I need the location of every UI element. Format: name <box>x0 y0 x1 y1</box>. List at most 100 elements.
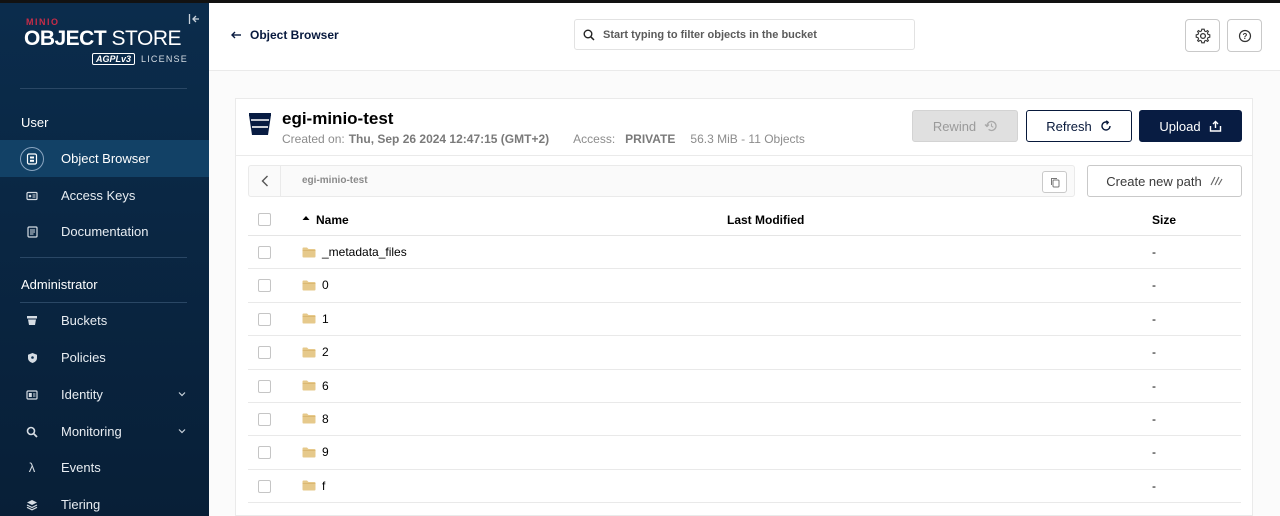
sidebar-divider <box>20 88 187 89</box>
collapse-sidebar-icon[interactable] <box>188 13 200 25</box>
objects-table: Name Last Modified Size _metadata_files -… <box>248 202 1241 504</box>
folder-icon <box>302 247 316 257</box>
sidebar-item-label: Tiering <box>61 497 101 512</box>
table-header: Name Last Modified Size <box>248 202 1241 236</box>
sidebar-item-object-browser[interactable]: Object Browser <box>0 140 209 177</box>
sidebar-item-identity[interactable]: Identity <box>0 376 209 413</box>
breadcrumb-path[interactable]: egi-minio-test <box>302 175 368 186</box>
path-back-button[interactable] <box>249 166 281 196</box>
create-new-path-button[interactable]: Create new path <box>1087 165 1242 197</box>
row-size: - <box>1152 345 1156 360</box>
folder-icon <box>302 347 316 358</box>
table-row[interactable]: 8- <box>248 403 1241 437</box>
sidebar-item-documentation[interactable]: Documentation <box>0 213 209 250</box>
row-checkbox[interactable] <box>258 446 271 460</box>
search-input[interactable] <box>603 28 893 41</box>
object-name[interactable]: 8 <box>322 412 329 426</box>
sidebar-item-events[interactable]: λ Events <box>0 449 209 486</box>
help-icon: ? <box>1238 29 1251 42</box>
identity-icon <box>20 383 44 407</box>
chevron-down-icon[interactable] <box>177 426 187 436</box>
sidebar-item-label: Monitoring <box>61 424 122 439</box>
row-size: - <box>1152 478 1156 493</box>
table-row[interactable]: f- <box>248 470 1241 504</box>
row-size: - <box>1152 311 1156 326</box>
object-name[interactable]: 6 <box>322 379 329 393</box>
row-name-cell: f <box>302 479 325 493</box>
table-row[interactable]: 0- <box>248 269 1241 303</box>
bucket-icon <box>249 113 271 135</box>
table-row[interactable]: _metadata_files - <box>248 236 1241 270</box>
search-icon <box>583 29 595 41</box>
sidebar-item-tiering[interactable]: Tiering <box>0 486 209 516</box>
refresh-button[interactable]: Refresh <box>1026 110 1132 142</box>
table-row[interactable]: 6- <box>248 370 1241 403</box>
row-checkbox[interactable] <box>258 279 271 293</box>
row-checkbox[interactable] <box>258 412 271 426</box>
created-value: Thu, Sep 26 2024 12:47:15 (GMT+2) <box>348 132 550 146</box>
row-checkbox[interactable] <box>258 479 271 493</box>
upload-button[interactable]: Upload <box>1139 110 1242 142</box>
chevron-down-icon[interactable] <box>177 389 187 399</box>
sort-ascending-icon <box>302 216 310 220</box>
bucket-header: egi-minio-test Created on: Thu, Sep 26 20… <box>236 99 1252 156</box>
row-size: - <box>1152 278 1156 293</box>
sidebar-item-policies[interactable]: Policies <box>0 339 209 376</box>
row-checkbox[interactable] <box>258 312 271 326</box>
object-name[interactable]: _metadata_files <box>322 245 407 259</box>
row-checkbox[interactable] <box>258 346 271 360</box>
agpl-badge: AGPLv3 <box>92 53 136 65</box>
object-name[interactable]: 1 <box>322 312 329 326</box>
create-new-path-label: Create new path <box>1106 173 1202 189</box>
documentation-icon <box>20 220 44 244</box>
object-name[interactable]: 9 <box>322 445 329 459</box>
buckets-icon <box>20 309 44 333</box>
object-name[interactable]: 2 <box>322 345 329 359</box>
row-name-cell: 2 <box>302 345 329 359</box>
access-value: PRIVATE <box>625 132 676 146</box>
column-name-label: Name <box>316 213 349 227</box>
sidebar-item-label: Object Browser <box>61 151 150 166</box>
svg-text:?: ? <box>1242 32 1247 41</box>
access-keys-icon <box>20 184 44 208</box>
object-name[interactable]: 0 <box>322 278 329 292</box>
history-icon <box>984 120 997 132</box>
folder-icon <box>302 447 316 458</box>
copy-path-button[interactable] <box>1042 171 1067 193</box>
row-name-cell: 9 <box>302 445 329 459</box>
object-name[interactable]: f <box>322 479 325 493</box>
table-row[interactable]: 9- <box>248 436 1241 470</box>
sidebar-item-access-keys[interactable]: Access Keys <box>0 177 209 214</box>
upload-icon <box>1209 120 1221 132</box>
sidebar-item-monitoring[interactable]: Monitoring <box>0 413 209 450</box>
table-body: _metadata_files -0-1-2-6-8-9- f - <box>248 236 1241 504</box>
row-checkbox[interactable] <box>258 246 271 259</box>
row-size: - <box>1152 411 1156 426</box>
folder-icon <box>302 280 316 291</box>
folder-icon <box>302 313 316 324</box>
row-name-cell: 0 <box>302 278 329 292</box>
gear-icon <box>1195 28 1210 43</box>
back-to-object-browser[interactable]: Object Browser <box>231 28 339 42</box>
row-size: - <box>1152 445 1156 460</box>
column-name[interactable]: Name <box>302 213 349 227</box>
folder-icon <box>302 413 316 424</box>
table-row[interactable]: 1- <box>248 303 1241 337</box>
row-checkbox[interactable] <box>258 379 271 393</box>
brand-small-logo: MINIO <box>26 17 60 27</box>
settings-button[interactable] <box>1185 19 1220 52</box>
table-row[interactable]: 2- <box>248 336 1241 370</box>
monitoring-icon <box>20 420 44 444</box>
folder-icon <box>302 480 316 491</box>
row-size: - <box>1152 378 1156 393</box>
column-size[interactable]: Size <box>1152 213 1176 227</box>
brand-logo: OBJECT STORE <box>24 27 182 51</box>
copy-icon <box>1050 177 1059 187</box>
help-button[interactable]: ? <box>1227 19 1262 52</box>
select-all-checkbox[interactable] <box>258 213 271 226</box>
column-last-modified[interactable]: Last Modified <box>727 213 804 227</box>
chevron-left-icon <box>261 175 268 187</box>
sidebar-item-buckets[interactable]: Buckets <box>0 302 209 339</box>
bucket-usage: 56.3 MiB - 11 Objects <box>690 132 805 146</box>
rewind-button[interactable]: Rewind <box>912 110 1018 142</box>
